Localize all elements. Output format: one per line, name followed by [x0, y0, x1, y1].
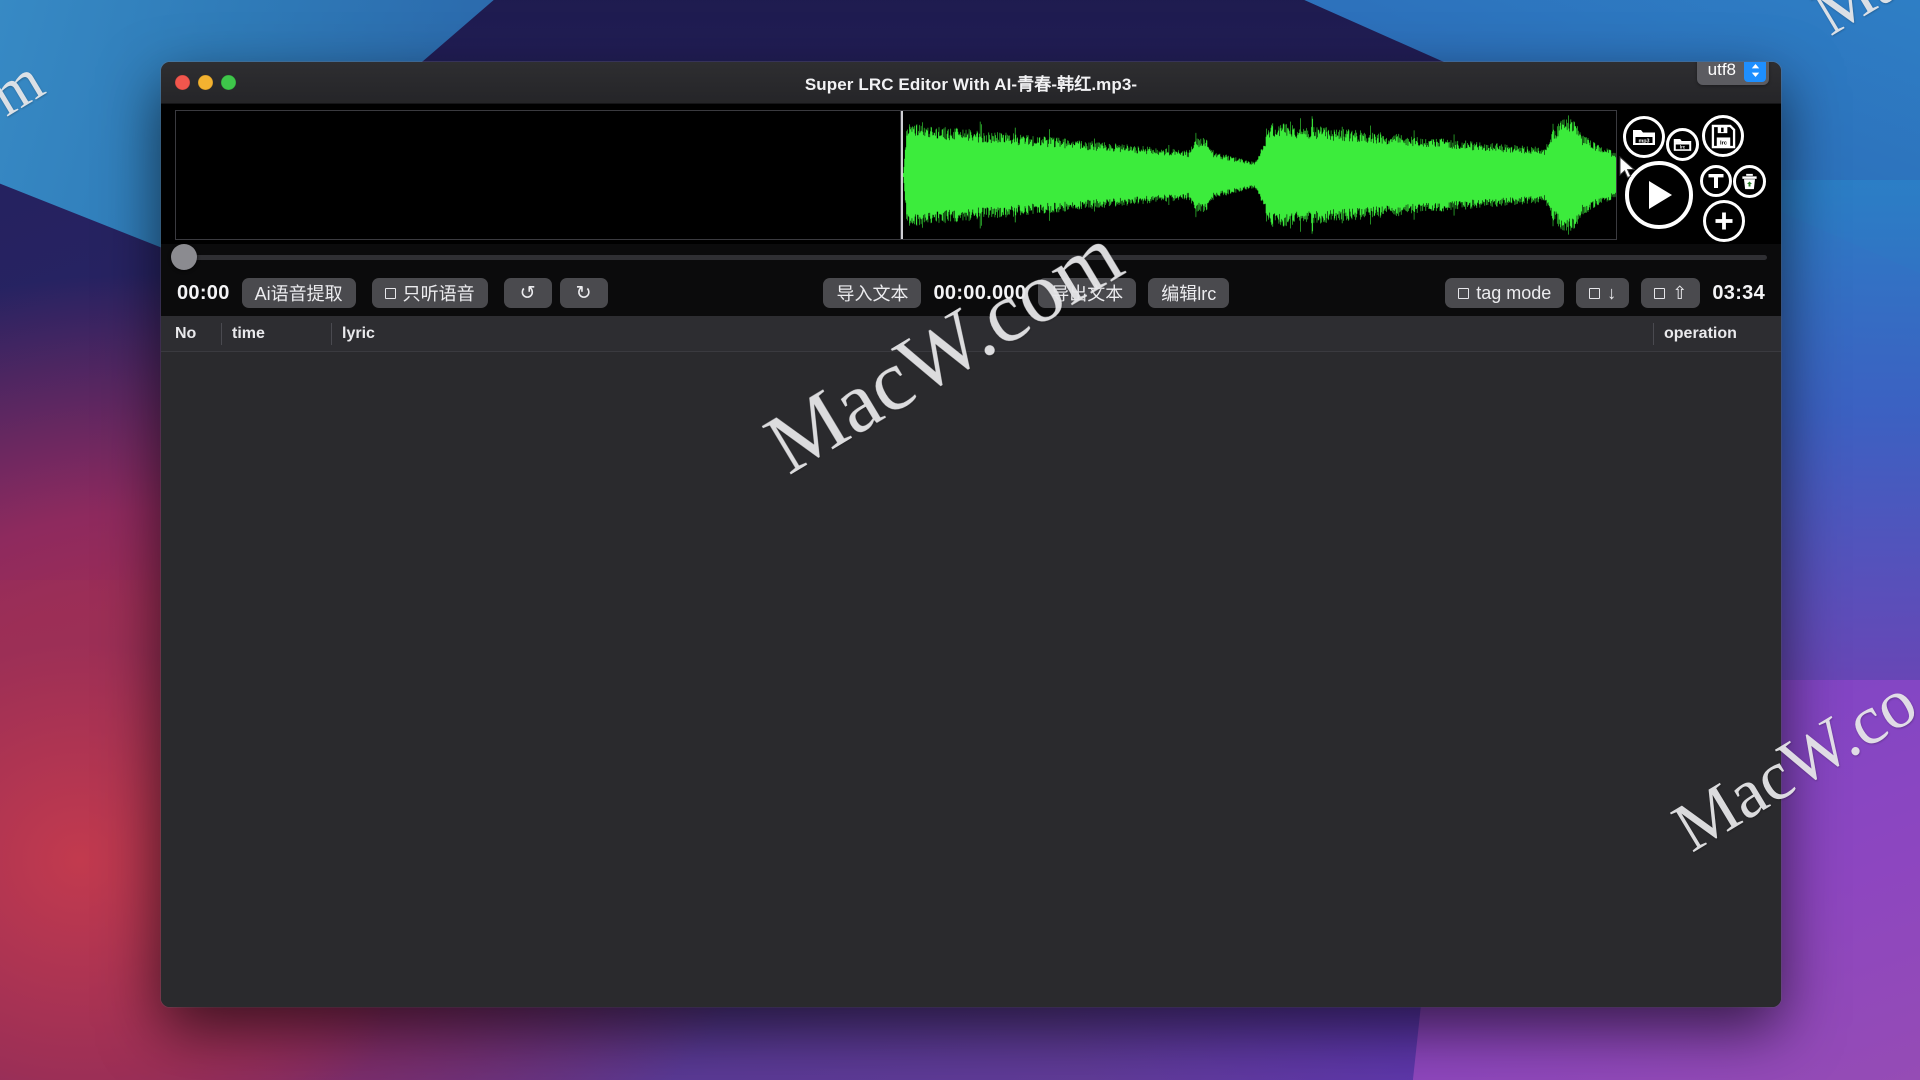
maximize-window-button[interactable]	[221, 75, 236, 90]
current-time-label: 00:00	[177, 281, 230, 304]
table-header: No time lyric operation	[161, 316, 1781, 352]
voice-only-label: 只听语音	[402, 284, 475, 304]
scroll-down-checkbox[interactable]: ↓	[1576, 278, 1630, 308]
checkbox-icon	[384, 287, 396, 299]
export-text-button[interactable]: 导出文本	[1038, 278, 1137, 308]
text-T-icon[interactable]	[1700, 165, 1732, 197]
window-title: Super LRC Editor With AI-青春-韩红.mp3-	[804, 75, 1138, 94]
column-header-time[interactable]: time	[221, 322, 331, 345]
column-header-no[interactable]: No	[161, 323, 221, 345]
app-window: Super LRC Editor With AI-青春-韩红.mp3- utf8	[161, 62, 1781, 1007]
waveform-row: mp3 lrc lrc	[161, 104, 1781, 244]
lyric-table: No time lyric operation	[161, 316, 1781, 1007]
waveform-canvas[interactable]	[903, 111, 1616, 239]
progress-knob[interactable]	[171, 244, 197, 270]
import-text-button[interactable]: 导入文本	[823, 278, 922, 308]
open-lrc-folder-icon[interactable]: lrc	[1666, 128, 1699, 161]
traffic-lights	[175, 75, 236, 90]
tag-mode-label: tag mode	[1476, 282, 1552, 303]
minimize-window-button[interactable]	[198, 75, 213, 90]
scroll-up-checkbox[interactable]: ⇧	[1641, 278, 1701, 308]
table-body[interactable]	[161, 352, 1781, 1007]
encoding-select[interactable]: utf8	[1696, 62, 1769, 85]
progress-track[interactable]	[171, 244, 1767, 270]
edit-lrc-button[interactable]: 编辑lrc	[1148, 278, 1230, 308]
tag-mode-checkbox[interactable]: tag mode	[1445, 278, 1565, 308]
svg-text:lrc: lrc	[1719, 140, 1727, 146]
play-icon[interactable]	[1625, 161, 1693, 229]
encoding-value: utf8	[1707, 62, 1736, 79]
checkbox-icon	[1654, 287, 1666, 299]
playback-progress-row[interactable]	[161, 244, 1781, 270]
checkbox-icon	[1458, 287, 1470, 299]
column-header-lyric[interactable]: lyric	[331, 322, 1653, 345]
total-time-label: 03:34	[1712, 281, 1766, 304]
save-lrc-floppy-icon[interactable]: lrc	[1702, 115, 1744, 157]
down-arrow-icon: ↓	[1607, 282, 1617, 303]
redo-button[interactable]: ↻	[559, 278, 608, 308]
svg-text:lrc: lrc	[1680, 145, 1686, 150]
voice-only-checkbox[interactable]: 只听语音	[371, 278, 488, 308]
main-toolbar: 00:00 Ai语音提取 只听语音 ↺ ↻ 导入文本 00:00.000 导出文…	[161, 270, 1781, 316]
window-titlebar: Super LRC Editor With AI-青春-韩红.mp3- utf8	[161, 62, 1781, 104]
desktop-wallpaper: m MacW.com Super LRC Editor With AI-青春-韩…	[0, 0, 1920, 1080]
undo-button[interactable]: ↺	[503, 278, 552, 308]
add-plus-icon[interactable]	[1703, 200, 1745, 242]
up-arrow-icon: ⇧	[1672, 282, 1688, 303]
icon-cluster: mp3 lrc lrc	[1617, 110, 1777, 242]
column-header-operation[interactable]: operation	[1653, 322, 1781, 345]
open-mp3-folder-icon[interactable]: mp3	[1623, 116, 1665, 158]
trash-icon[interactable]	[1733, 165, 1766, 198]
waveform-display[interactable]	[900, 110, 1617, 240]
ai-voice-extract-button[interactable]: Ai语音提取	[241, 278, 356, 308]
timestamp-label: 00:00.000	[933, 281, 1027, 304]
chevron-up-down-icon[interactable]	[1744, 62, 1766, 82]
checkbox-icon	[1589, 287, 1601, 299]
waveform-left-panel[interactable]	[175, 110, 900, 240]
close-window-button[interactable]	[175, 75, 190, 90]
svg-text:mp3: mp3	[1638, 138, 1649, 144]
